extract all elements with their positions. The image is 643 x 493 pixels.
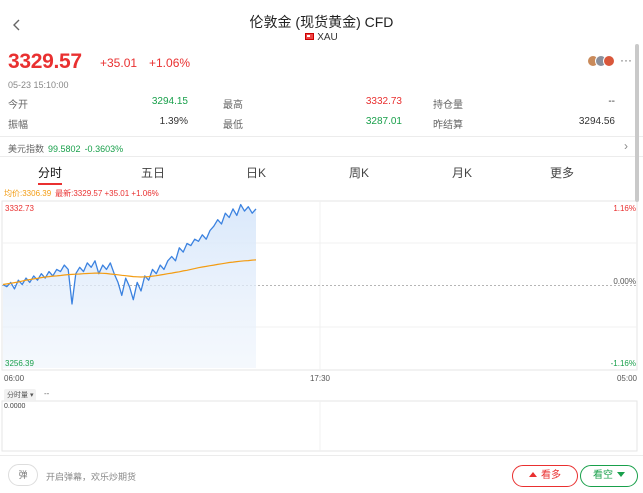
intraday-chart[interactable]: 3332.73 3256.39 1.16% 0.00% -1.16% 06:00… <box>0 0 643 455</box>
volume-value: 0.0000 <box>4 403 26 410</box>
x-tick-mid: 17:30 <box>310 374 331 383</box>
scrollbar[interactable] <box>635 44 639 202</box>
pct-tick-mid: 0.00% <box>613 277 636 286</box>
y-tick-bottom: 3256.39 <box>5 359 34 368</box>
arrow-down-icon <box>617 472 625 477</box>
pct-tick-top: 1.16% <box>613 204 636 213</box>
x-tick-start: 06:00 <box>4 374 25 383</box>
arrow-up-icon <box>529 472 537 477</box>
y-tick-top: 3332.73 <box>5 204 34 213</box>
pct-tick-bottom: -1.16% <box>611 359 636 368</box>
danmu-toggle-icon[interactable]: 弹 <box>8 464 38 486</box>
volume-dash: -- <box>44 389 50 398</box>
danmu-hint[interactable]: 开启弹幕，欢乐炒期货 <box>46 470 136 483</box>
bottom-bar: 弹 开启弹幕，欢乐炒期货 看多 看空 <box>0 455 643 493</box>
bearish-button[interactable]: 看空 <box>580 465 638 487</box>
volume-selector[interactable]: 分时量 ▾ <box>4 389 37 401</box>
x-tick-end: 05:00 <box>617 374 638 383</box>
bullish-button[interactable]: 看多 <box>512 465 578 487</box>
